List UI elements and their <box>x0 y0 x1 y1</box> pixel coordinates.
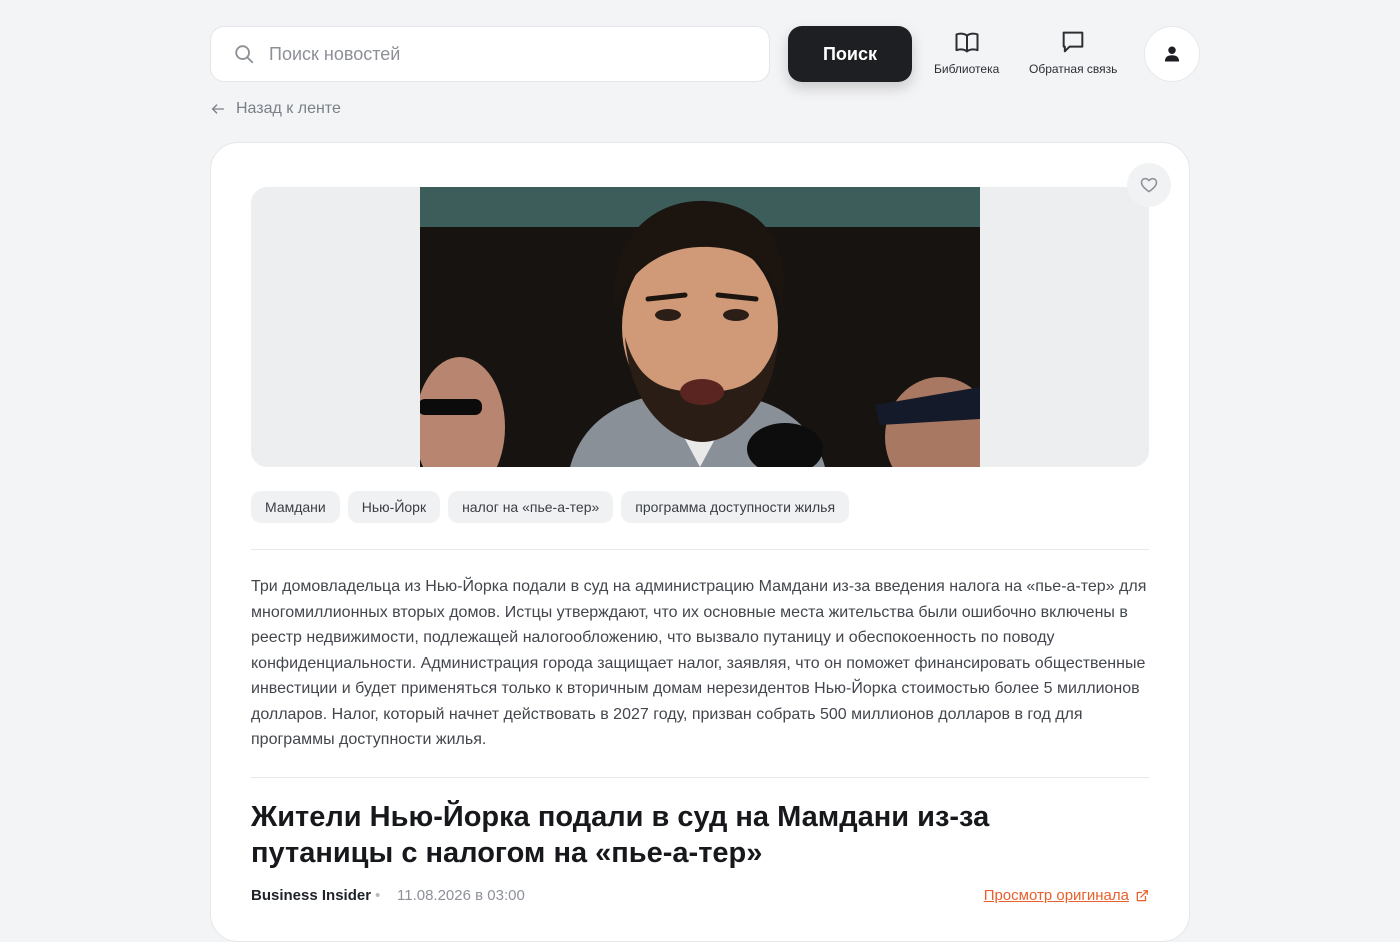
meta-separator: • <box>375 887 381 904</box>
portrait-illustration <box>420 187 980 467</box>
nav-library-label: Библиотека <box>934 62 1000 76</box>
chat-bubble-icon <box>1062 31 1084 53</box>
top-bar: Поиск Библиотека Обратная связь <box>210 26 1200 82</box>
article-date: 11.08.2026 в 03:00 <box>397 887 525 904</box>
article-headline: Жители Нью-Йорка подали в суд на Мамдани… <box>251 801 990 869</box>
divider <box>251 549 1149 550</box>
article-source: Business Insider <box>251 887 372 904</box>
tag-chip[interactable]: программа доступности жилья <box>621 491 850 523</box>
view-original-label: Просмотр оригинала <box>983 887 1129 904</box>
nav-feedback-label: Обратная связь <box>1029 62 1118 76</box>
article-image-frame <box>251 187 1149 467</box>
search-box[interactable] <box>210 26 770 82</box>
arrow-left-icon <box>212 104 224 114</box>
tag-chip[interactable]: налог на «пье-а-тер» <box>448 491 614 523</box>
search-icon <box>235 45 254 64</box>
user-icon <box>1164 46 1180 62</box>
nav-feedback[interactable]: Обратная связь <box>1029 28 1117 76</box>
tag-chip[interactable]: Нью-Йорк <box>347 491 441 523</box>
search-button[interactable]: Поиск <box>788 26 912 82</box>
divider <box>251 777 1149 778</box>
book-open-icon <box>955 32 979 53</box>
article-card: Мамдани Нью-Йорк налог на «пье-а-тер» пр… <box>210 142 1190 942</box>
profile-button[interactable] <box>1144 26 1200 82</box>
article-photo <box>420 187 980 467</box>
heart-icon <box>1140 177 1158 193</box>
search-input[interactable] <box>269 43 729 65</box>
article-meta: Business Insider • 11.08.2026 в 03:00 Пр… <box>251 887 1149 911</box>
back-to-feed-link[interactable]: Назад к ленте <box>210 100 341 118</box>
view-original-link[interactable]: Просмотр оригинала <box>984 887 1149 904</box>
tag-chip[interactable]: Мамдани <box>251 491 340 523</box>
nav-library[interactable]: Библиотека <box>934 28 999 76</box>
back-link-label: Назад к ленте <box>236 100 341 117</box>
article-summary: Три домовладельца из Нью-Йорка подали в … <box>251 578 1147 748</box>
favorite-button[interactable] <box>1127 163 1171 207</box>
external-link-icon <box>1136 889 1148 901</box>
tag-list: Мамдани Нью-Йорк налог на «пье-а-тер» пр… <box>251 491 850 523</box>
